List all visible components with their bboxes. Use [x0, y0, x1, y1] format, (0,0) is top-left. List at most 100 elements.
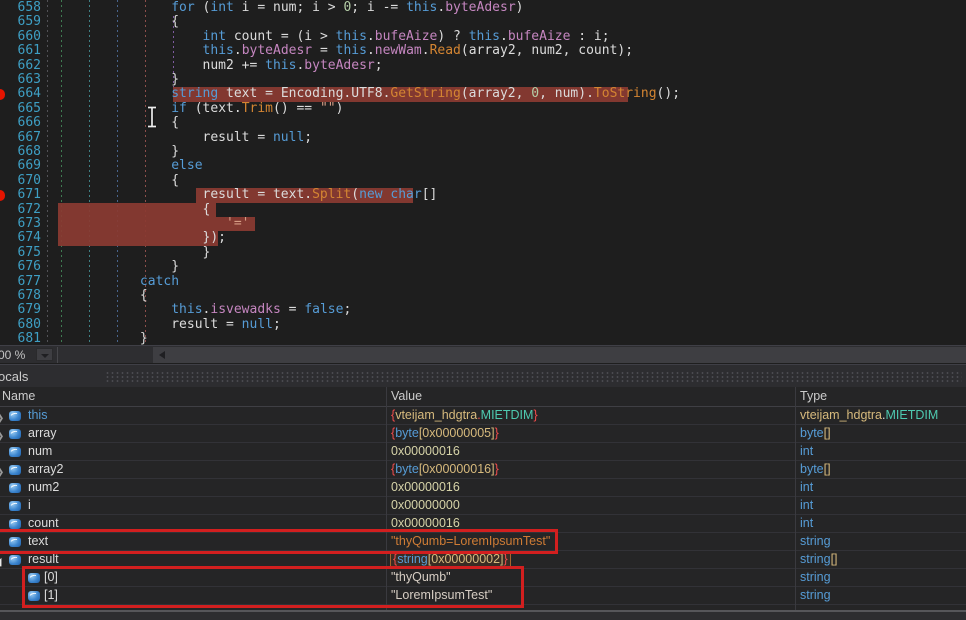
scrollbar-thumb[interactable] — [153, 347, 966, 363]
value-cell[interactable]: {byte[0x00000005]} — [386, 425, 795, 443]
scroll-left-icon[interactable] — [159, 351, 165, 359]
locals-row-i[interactable]: i 0x00000000int — [0, 497, 966, 515]
code-line[interactable]: } — [46, 260, 966, 274]
code-line[interactable]: num2 += this.byteAdesr; — [46, 59, 966, 73]
locals-row-array[interactable]: ❯array{byte[0x00000005]}byte[] — [0, 425, 966, 443]
name-cell: num2 — [0, 479, 386, 497]
locals-row-num2[interactable]: num20x00000016int — [0, 479, 966, 497]
text-cursor-icon — [146, 106, 158, 128]
locals-row-num[interactable]: num 0x00000016int — [0, 443, 966, 461]
expand-chevron-icon[interactable]: ❯ — [0, 428, 4, 443]
locals-title-bar[interactable]: ocals — [0, 364, 966, 387]
code-line[interactable]: result = null; — [46, 318, 966, 332]
code-line[interactable]: this.isvewadks = false; — [46, 303, 966, 317]
variable-name: array — [28, 425, 56, 442]
line-number[interactable]: 668 — [0, 145, 41, 159]
variable-name: num — [28, 443, 52, 460]
locals-title: ocals — [0, 369, 28, 384]
line-number[interactable]: 670 — [0, 174, 41, 188]
name-cell: i — [0, 497, 386, 515]
line-number[interactable]: 662 — [0, 59, 41, 73]
name-cell: num — [0, 443, 386, 461]
name-cell: ❯array2 — [0, 461, 386, 479]
column-divider[interactable] — [795, 387, 796, 611]
type-cell: int — [795, 443, 966, 461]
line-number[interactable]: 659 — [0, 15, 41, 29]
code-line[interactable]: string text = Encoding.UTF8.GetString(ar… — [46, 87, 966, 101]
locals-panel: ocals Name Value Type ❯this{vteijam_hdgt… — [0, 364, 966, 620]
line-number[interactable]: 680 — [0, 318, 41, 332]
line-number[interactable]: 664 — [0, 87, 41, 101]
code-line[interactable]: } — [46, 246, 966, 260]
vs-debugger-window: 6586596606616626636646656666676686696706… — [0, 0, 966, 620]
field-icon — [9, 501, 21, 511]
line-number[interactable]: 676 — [0, 260, 41, 274]
variable-name: i — [28, 497, 31, 514]
field-icon — [9, 555, 21, 565]
line-number[interactable]: 678 — [0, 289, 41, 303]
type-cell: string — [795, 569, 966, 587]
line-number[interactable]: 658 — [0, 1, 41, 15]
type-cell: string[] — [795, 551, 966, 569]
code-line[interactable]: for (int i = num; i > 0; i -= this.byteA… — [46, 1, 966, 15]
annotation-box-result-items — [22, 566, 524, 608]
column-header-value[interactable]: Value — [391, 387, 422, 406]
locals-row-this[interactable]: ❯this{vteijam_hdgtra.MIETDIM}vteijam_hdg… — [0, 407, 966, 425]
field-icon — [9, 519, 21, 529]
line-number[interactable]: 677 — [0, 275, 41, 289]
zoom-dropdown-button[interactable] — [36, 348, 53, 361]
name-cell: ❯this — [0, 407, 386, 425]
code-line[interactable]: } — [46, 332, 966, 345]
code-editor[interactable]: 6586596606616626636646656666676686696706… — [0, 0, 966, 345]
line-number[interactable]: 660 — [0, 30, 41, 44]
horizontal-scrollbar[interactable] — [57, 347, 966, 363]
line-number[interactable]: 671 — [0, 188, 41, 202]
line-number[interactable]: 675 — [0, 246, 41, 260]
panel-bottom-strip — [0, 612, 966, 620]
line-number[interactable]: 679 — [0, 303, 41, 317]
line-number[interactable]: 667 — [0, 131, 41, 145]
expand-chevron-icon[interactable]: ❯ — [0, 410, 4, 425]
line-number[interactable]: 661 — [0, 44, 41, 58]
column-header-type[interactable]: Type — [800, 387, 827, 406]
chevron-down-icon — [41, 354, 49, 358]
code-line[interactable]: { — [46, 15, 966, 29]
field-icon — [9, 465, 21, 475]
value-cell[interactable]: {byte[0x00000016]} — [386, 461, 795, 479]
line-number[interactable]: 673 — [0, 217, 41, 231]
column-header-name[interactable]: Name — [2, 387, 35, 406]
variable-name: num2 — [28, 479, 59, 496]
code-line[interactable]: { — [46, 116, 966, 130]
line-number[interactable]: 665 — [0, 102, 41, 116]
type-cell: string — [795, 533, 966, 551]
collapse-triangle-icon[interactable]: ◢ — [0, 554, 1, 569]
code-line[interactable]: result = text.Split(new char[] — [46, 188, 966, 202]
value-cell[interactable]: {vteijam_hdgtra.MIETDIM} — [386, 407, 795, 425]
line-number[interactable]: 672 — [0, 203, 41, 217]
type-cell: byte[] — [795, 461, 966, 479]
line-number[interactable]: 663 — [0, 73, 41, 87]
value-cell[interactable]: 0x00000000 — [386, 497, 795, 515]
zoom-level[interactable]: 00 % — [0, 348, 25, 362]
line-number[interactable]: 666 — [0, 116, 41, 130]
code-line[interactable]: result = null; — [46, 131, 966, 145]
grip-dots — [105, 371, 962, 383]
code-line[interactable]: catch — [46, 275, 966, 289]
code-line[interactable]: }); — [46, 231, 966, 245]
value-cell[interactable]: 0x00000016 — [386, 443, 795, 461]
code-line[interactable]: else — [46, 159, 966, 173]
code-line[interactable]: { — [46, 203, 966, 217]
editor-status-bar: 00 % — [0, 345, 966, 363]
code-line[interactable]: if (text.Trim() == "") — [46, 102, 966, 116]
locals-row-array2[interactable]: ❯array2{byte[0x00000016]}byte[] — [0, 461, 966, 479]
code-line[interactable]: this.byteAdesr = this.newWam.Read(array2… — [46, 44, 966, 58]
expand-chevron-icon[interactable]: ❯ — [0, 464, 4, 479]
line-number[interactable]: 669 — [0, 159, 41, 173]
field-icon — [9, 483, 21, 493]
type-cell: int — [795, 497, 966, 515]
field-icon — [9, 429, 21, 439]
value-cell[interactable]: 0x00000016 — [386, 479, 795, 497]
type-cell: vteijam_hdgtra.MIETDIM — [795, 407, 966, 425]
line-number[interactable]: 681 — [0, 332, 41, 345]
line-number[interactable]: 674 — [0, 231, 41, 245]
